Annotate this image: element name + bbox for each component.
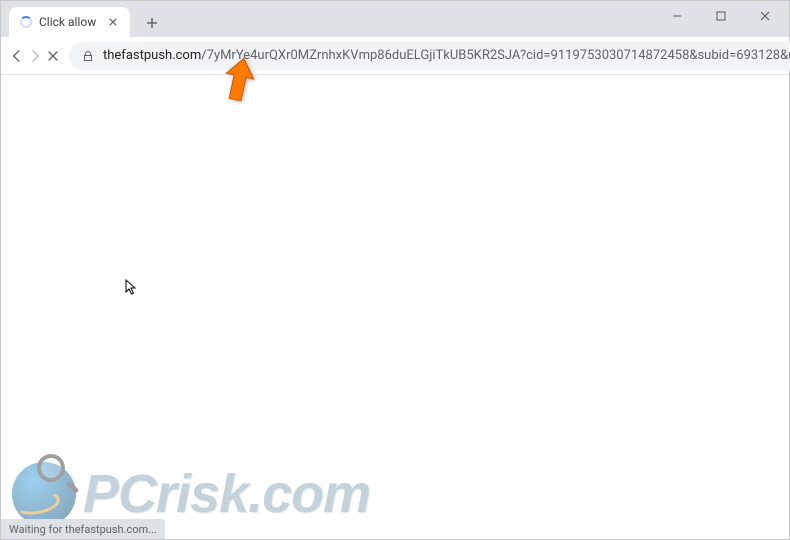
window-controls bbox=[655, 1, 787, 31]
maximize-button[interactable] bbox=[699, 1, 743, 31]
address-bar[interactable]: thefastpush.com/7yMrYe4urQXr0MZrnhxKVmp8… bbox=[69, 42, 790, 70]
url-text: thefastpush.com/7yMrYe4urQXr0MZrnhxKVmp8… bbox=[103, 48, 790, 63]
stop-reload-button[interactable] bbox=[45, 42, 61, 70]
mouse-cursor-icon bbox=[125, 279, 139, 301]
page-content bbox=[1, 75, 789, 519]
status-text: Waiting for thefastpush.com... bbox=[9, 523, 157, 536]
loading-spinner-icon bbox=[19, 15, 33, 29]
browser-window: Click allow bbox=[0, 0, 790, 540]
status-bar: Waiting for thefastpush.com... bbox=[1, 519, 165, 539]
toolbar: thefastpush.com/7yMrYe4urQXr0MZrnhxKVmp8… bbox=[1, 37, 789, 75]
close-tab-button[interactable] bbox=[106, 15, 120, 29]
annotation-arrow-icon bbox=[219, 56, 259, 110]
browser-tab[interactable]: Click allow bbox=[9, 7, 130, 37]
url-path: /7yMrYe4urQXr0MZrnhxKVmp86duELGjiTkUB5KR… bbox=[201, 48, 790, 63]
close-window-button[interactable] bbox=[743, 1, 787, 31]
url-domain: thefastpush.com bbox=[103, 48, 201, 63]
tab-title: Click allow bbox=[39, 15, 96, 29]
titlebar: Click allow bbox=[1, 1, 789, 37]
back-button[interactable] bbox=[9, 42, 25, 70]
minimize-button[interactable] bbox=[655, 1, 699, 31]
lock-icon bbox=[81, 49, 95, 63]
tab-strip: Click allow bbox=[1, 1, 655, 37]
new-tab-button[interactable] bbox=[138, 9, 166, 37]
forward-button[interactable] bbox=[27, 42, 43, 70]
